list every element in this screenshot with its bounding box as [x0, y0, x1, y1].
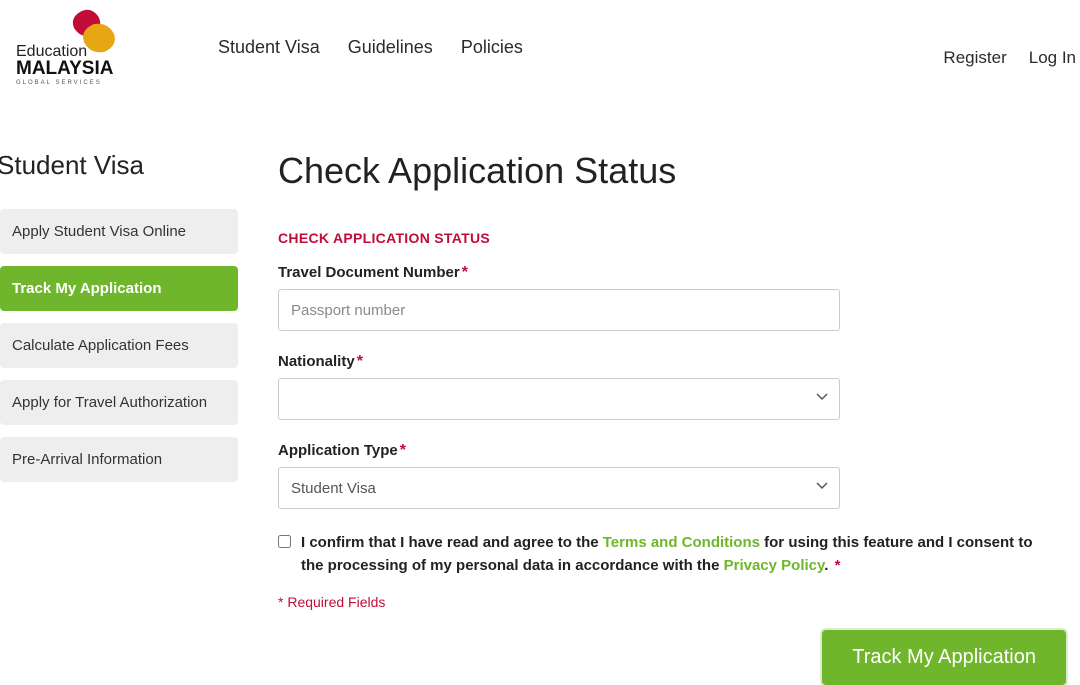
nationality-select[interactable] [278, 378, 840, 420]
label-nationality: Nationality [278, 353, 355, 370]
required-asterisk: * [835, 557, 841, 574]
page-body: Student Visa Apply Student Visa Online T… [0, 95, 1080, 685]
nav-main: Student Visa Guidelines Policies [218, 37, 523, 58]
track-application-button[interactable]: Track My Application [822, 630, 1066, 685]
logo-text-main: MALAYSIA [16, 58, 114, 79]
field-travel-doc: Travel Document Number* [278, 264, 1070, 331]
sidebar-item-track[interactable]: Track My Application [0, 266, 238, 311]
nav-guidelines[interactable]: Guidelines [348, 37, 433, 58]
form-heading: CHECK APPLICATION STATUS [278, 230, 1070, 246]
register-link[interactable]: Register [943, 48, 1006, 68]
field-nationality: Nationality* [278, 353, 1070, 420]
logo[interactable]: Education MALAYSIA GLOBAL SERVICES [8, 8, 138, 88]
header: Education MALAYSIA GLOBAL SERVICES Stude… [0, 0, 1080, 95]
required-asterisk: * [400, 442, 406, 459]
sidebar-item-travel-auth[interactable]: Apply for Travel Authorization [0, 380, 238, 425]
consent-text-p3: . [824, 557, 832, 574]
travel-document-input[interactable] [278, 289, 840, 331]
terms-link[interactable]: Terms and Conditions [603, 534, 760, 551]
consent-row: I confirm that I have read and agree to … [278, 531, 1038, 578]
required-note: * Required Fields [278, 594, 1070, 610]
sidebar-item-prearrival[interactable]: Pre-Arrival Information [0, 437, 238, 482]
page-title: Check Application Status [278, 150, 1070, 192]
application-type-select[interactable]: Student Visa [278, 467, 840, 509]
required-asterisk: * [357, 353, 363, 370]
consent-text-p1: I confirm that I have read and agree to … [301, 534, 603, 551]
login-link[interactable]: Log In [1029, 48, 1076, 68]
header-left: Education MALAYSIA GLOBAL SERVICES Stude… [8, 8, 523, 88]
logo-text-sub: GLOBAL SERVICES [16, 80, 102, 86]
privacy-link[interactable]: Privacy Policy [724, 557, 825, 574]
sidebar-title: Student Visa [0, 150, 238, 209]
sidebar-item-fees[interactable]: Calculate Application Fees [0, 323, 238, 368]
required-asterisk: * [462, 264, 468, 281]
main: Check Application Status CHECK APPLICATI… [278, 150, 1080, 685]
field-app-type: Application Type* Student Visa [278, 442, 1070, 509]
nationality-select-wrap [278, 378, 840, 420]
sidebar-item-apply-online[interactable]: Apply Student Visa Online [0, 209, 238, 254]
consent-text: I confirm that I have read and agree to … [301, 531, 1038, 578]
app-type-select-wrap: Student Visa [278, 467, 840, 509]
nav-student-visa[interactable]: Student Visa [218, 37, 320, 58]
sidebar: Student Visa Apply Student Visa Online T… [0, 150, 238, 685]
form-actions: Track My Application [278, 630, 1070, 685]
nav-policies[interactable]: Policies [461, 37, 523, 58]
label-travel-doc: Travel Document Number [278, 264, 460, 281]
nav-right: Register Log In [943, 48, 1080, 68]
consent-checkbox[interactable] [278, 535, 291, 548]
label-app-type: Application Type [278, 442, 398, 459]
